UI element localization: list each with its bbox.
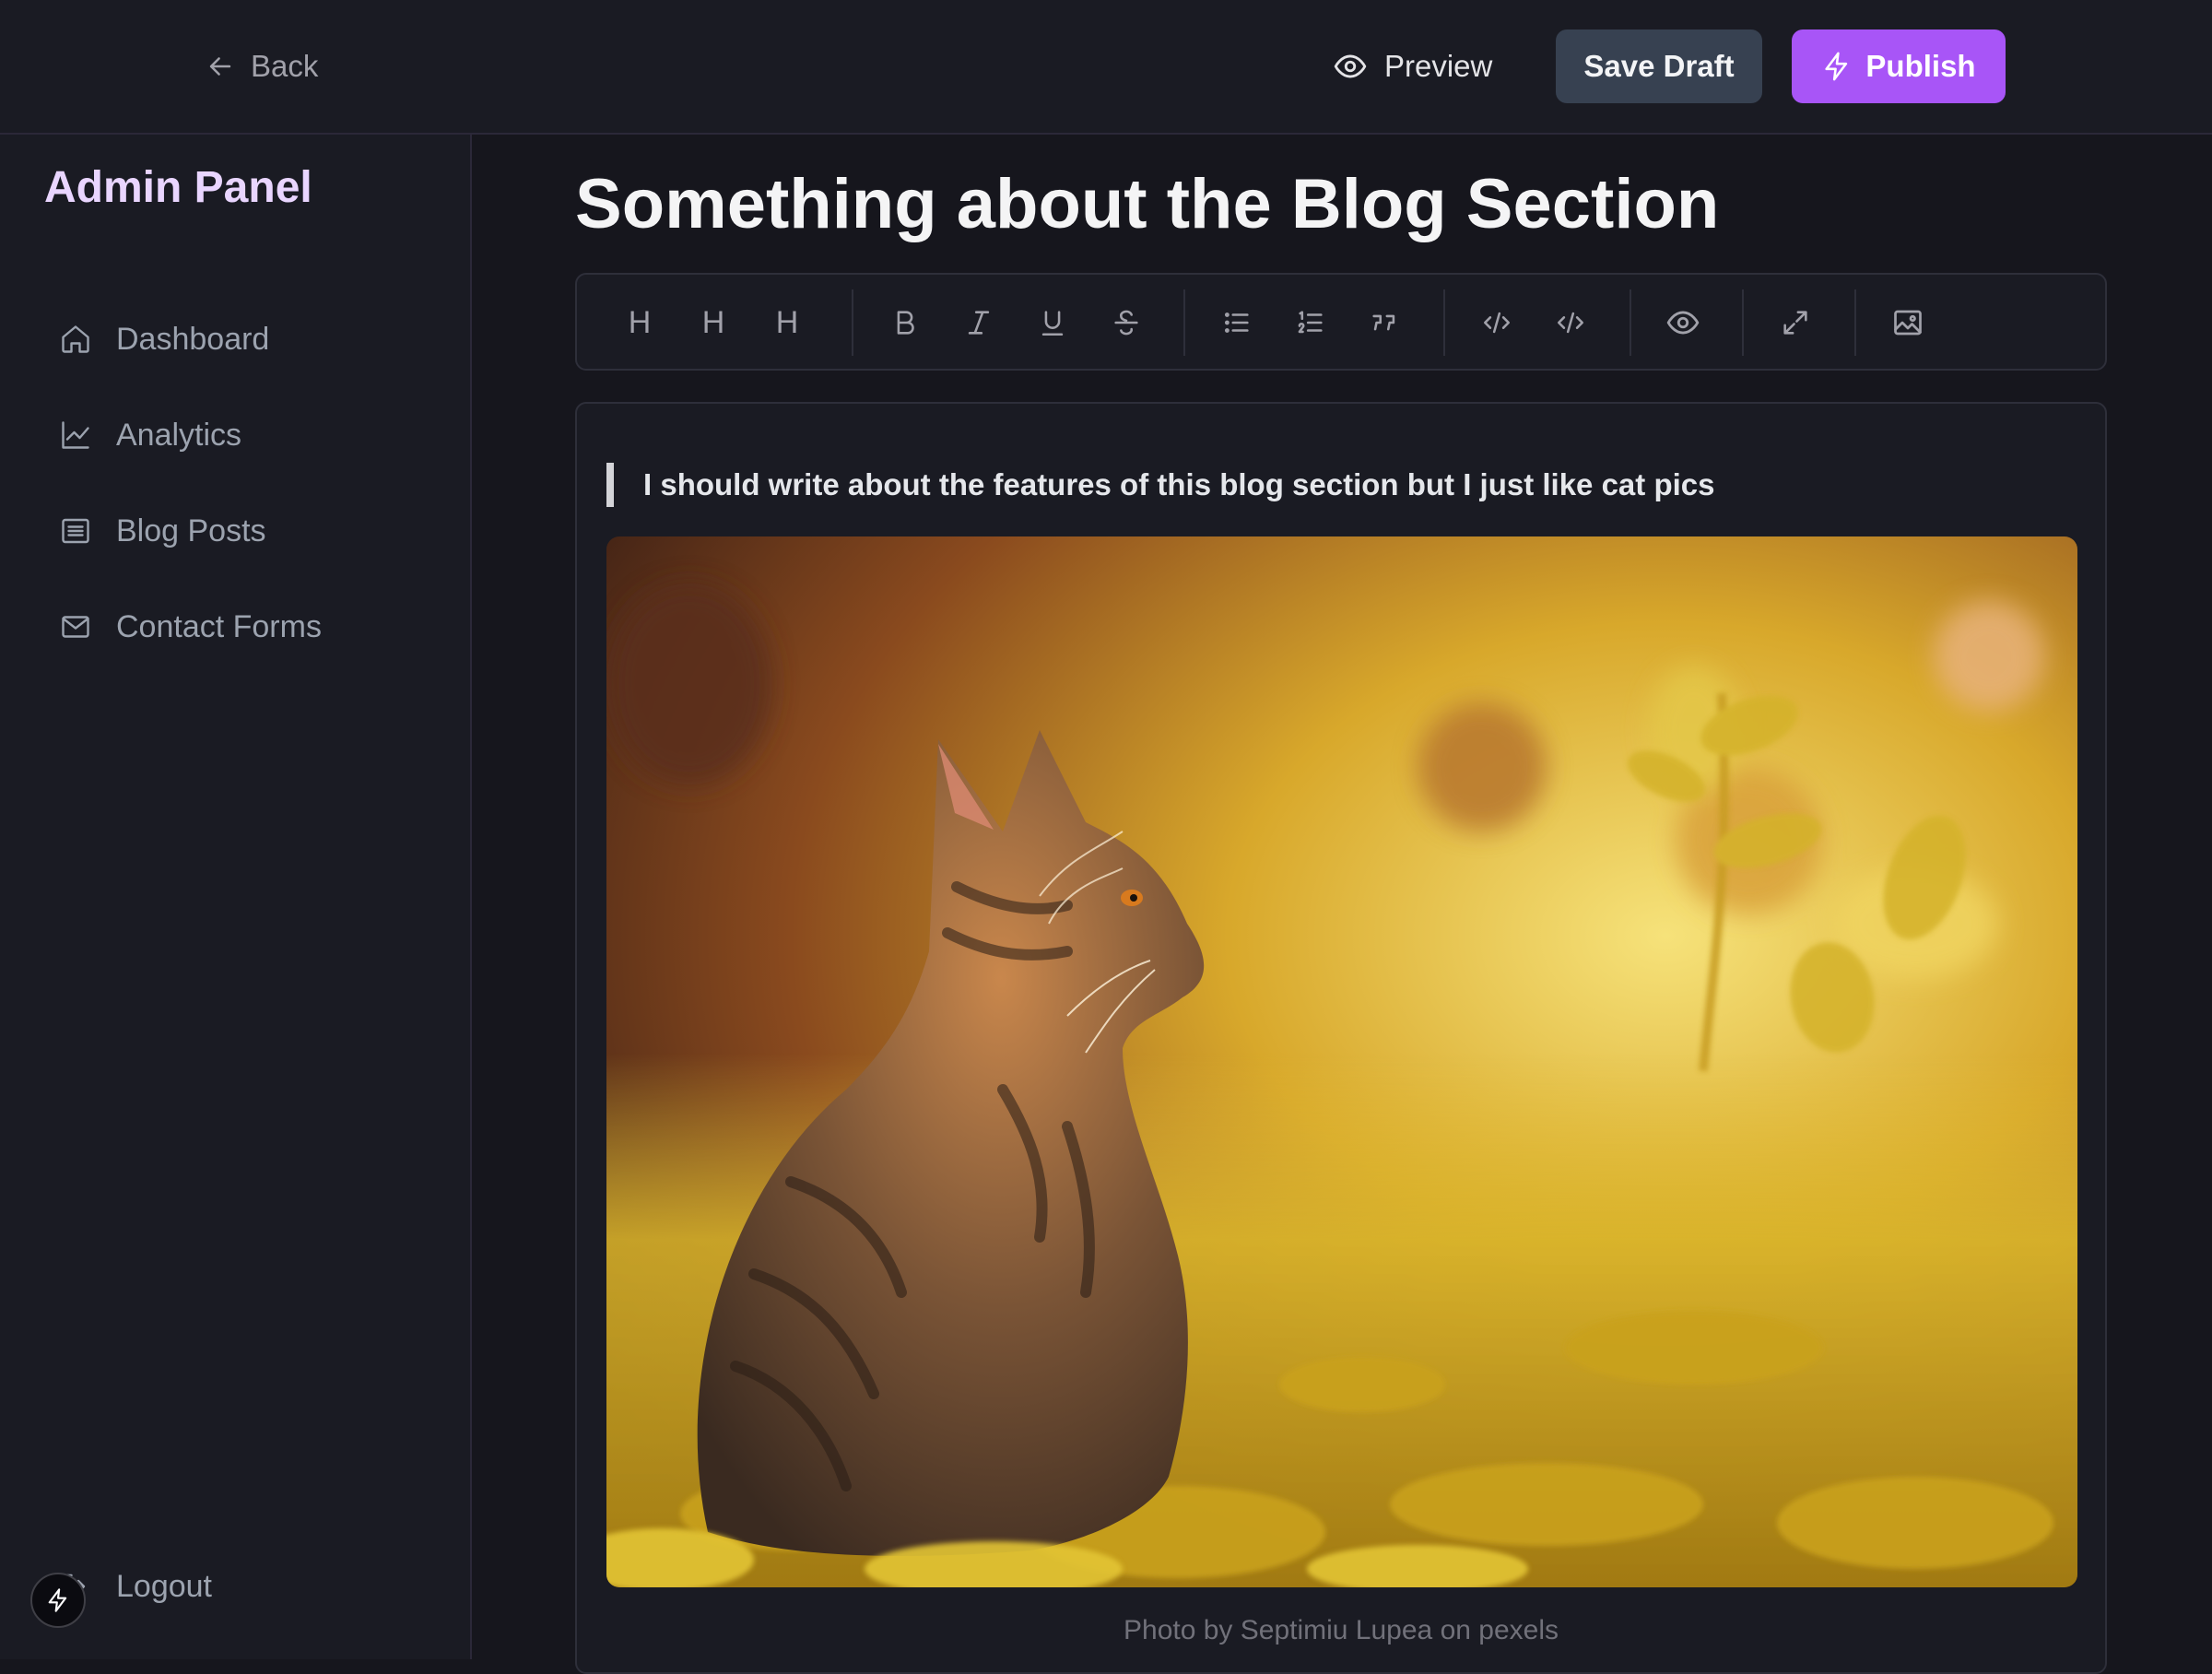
italic-icon: [963, 307, 994, 338]
preview-icon: [1665, 305, 1700, 340]
bullet-list-button[interactable]: [1213, 299, 1261, 347]
image-caption: Photo by Septimiu Lupea on pexels: [1124, 1615, 1559, 1645]
toolbar-divider: [1854, 289, 1856, 356]
heading-2-button[interactable]: H: [689, 299, 737, 347]
sidebar-item-label: Dashboard: [116, 321, 270, 357]
editor-content[interactable]: I should write about the features of thi…: [575, 402, 2107, 1674]
fullscreen-icon: [1780, 307, 1811, 338]
zap-icon: [1821, 51, 1853, 82]
underline-button[interactable]: [1029, 299, 1077, 347]
strikethrough-icon: [1111, 307, 1142, 338]
eye-icon: [1333, 49, 1368, 84]
preview-toggle-button[interactable]: [1659, 299, 1707, 347]
insert-image-button[interactable]: [1884, 299, 1932, 347]
logout-label: Logout: [116, 1568, 212, 1604]
heading-3-button[interactable]: H: [763, 299, 811, 347]
ordered-list-icon: [1295, 307, 1326, 338]
strikethrough-button[interactable]: [1102, 299, 1150, 347]
bolt-icon: [45, 1587, 71, 1613]
code-block-button[interactable]: [1547, 299, 1594, 347]
mail-icon: [59, 610, 92, 643]
code-icon: [1479, 307, 1514, 338]
editor-toolbar: H H H: [575, 273, 2107, 371]
code-block-icon: [1553, 307, 1588, 338]
back-button[interactable]: Back: [205, 41, 318, 92]
sidebar-item-contact-forms[interactable]: Contact Forms: [59, 597, 322, 656]
quote-icon: [1369, 307, 1400, 338]
sidebar-item-analytics[interactable]: Analytics: [59, 406, 241, 465]
toolbar-divider: [852, 289, 853, 356]
preview-button[interactable]: Preview: [1333, 29, 1492, 103]
brand-title: Admin Panel: [44, 163, 312, 212]
toolbar-divider: [1443, 289, 1445, 356]
sidebar-item-dashboard[interactable]: Dashboard: [59, 310, 269, 369]
underline-icon: [1037, 307, 1068, 338]
publish-label: Publish: [1865, 49, 1976, 83]
save-draft-button[interactable]: Save Draft: [1556, 29, 1762, 103]
cat-photo[interactable]: [606, 536, 2077, 1587]
heading-3-icon: H: [775, 304, 799, 340]
floating-action-button[interactable]: [30, 1573, 86, 1628]
bullet-list-icon: [1221, 307, 1253, 338]
heading-1-button[interactable]: H: [616, 299, 664, 347]
quote-button[interactable]: [1360, 299, 1408, 347]
publish-button[interactable]: Publish: [1792, 29, 2006, 103]
toolbar-divider: [1183, 289, 1185, 356]
preview-label: Preview: [1384, 49, 1493, 83]
italic-button[interactable]: [955, 299, 1003, 347]
sidebar: Admin Panel Dashboard Analytics Blog Pos…: [0, 135, 472, 1659]
sidebar-item-label: Blog Posts: [116, 513, 266, 548]
image-icon: [1891, 306, 1924, 339]
toolbar-divider: [1630, 289, 1631, 356]
chart-line-icon: [59, 418, 92, 452]
ordered-list-button[interactable]: [1287, 299, 1335, 347]
bold-icon: [889, 307, 921, 338]
blockquote[interactable]: I should write about the features of thi…: [606, 463, 1714, 507]
fullscreen-button[interactable]: [1771, 299, 1819, 347]
sidebar-item-blog-posts[interactable]: Blog Posts: [59, 501, 266, 560]
bold-button[interactable]: [881, 299, 929, 347]
home-icon: [59, 323, 92, 356]
back-label: Back: [251, 49, 319, 83]
code-button[interactable]: [1473, 299, 1521, 347]
sidebar-item-label: Analytics: [116, 417, 242, 453]
heading-2-icon: H: [701, 304, 725, 340]
toolbar-divider: [1742, 289, 1744, 356]
sidebar-item-label: Contact Forms: [116, 608, 322, 644]
heading-1-icon: H: [628, 304, 652, 340]
list-icon: [59, 514, 92, 548]
top-bar: Back Preview Save Draft Publish: [0, 0, 2212, 135]
cat-photo-illustration: [606, 536, 2077, 1587]
post-title[interactable]: Something about the Blog Section: [575, 164, 1719, 244]
arrow-left-icon: [205, 51, 236, 82]
